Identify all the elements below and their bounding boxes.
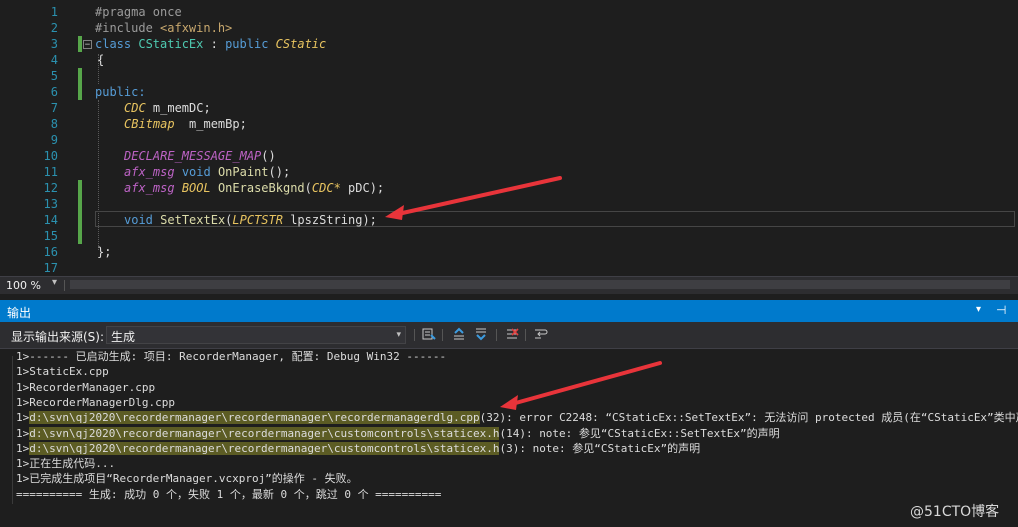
annotation-arrows [385, 176, 662, 410]
red-arrow-icon [500, 361, 662, 410]
watermark: @51CTO博客 [910, 504, 1000, 520]
red-arrow-icon [385, 176, 562, 220]
